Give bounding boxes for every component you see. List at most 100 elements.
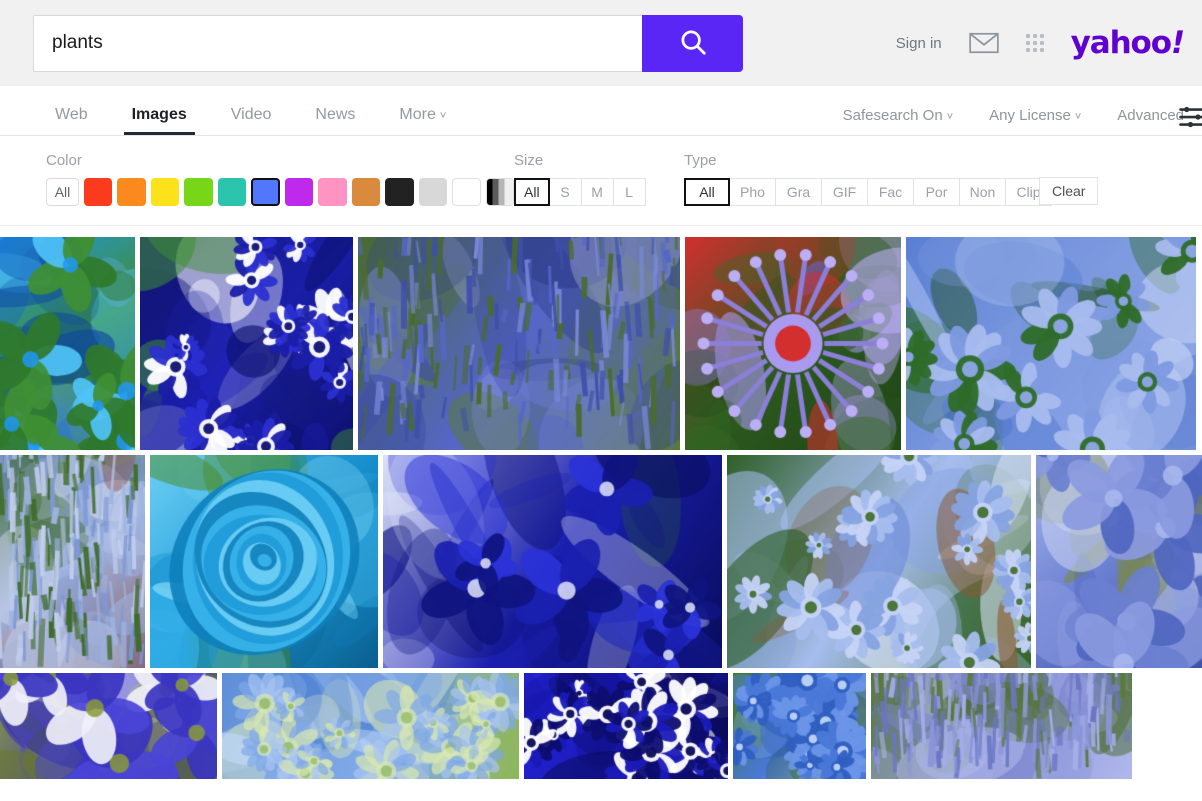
safesearch-label: Safesearch On: [843, 107, 943, 124]
color-swatch-yellow[interactable]: [151, 178, 179, 206]
license-dropdown[interactable]: Any License ˅: [989, 107, 1081, 124]
image-result-blue-white-cineraria-daisies[interactable]: [140, 237, 353, 450]
size-filter-label: Size: [514, 152, 684, 169]
logo-text: yahoo: [1071, 25, 1171, 61]
thumbnail-blue-white-cineraria-daisies: [140, 237, 353, 450]
image-result-lavender-salvia-field[interactable]: [358, 237, 680, 450]
color-swatch-black-and-white[interactable]: [486, 178, 514, 206]
image-result-blue-rose-closeup[interactable]: [150, 455, 378, 668]
color-swatch-black[interactable]: [385, 178, 413, 206]
color-swatch-gray[interactable]: [419, 178, 447, 206]
type-option-pho[interactable]: Pho: [730, 178, 776, 206]
color-swatch-green[interactable]: [184, 178, 212, 206]
thumbnail-blue-rose-closeup: [150, 455, 378, 668]
color-filter-label: Color: [46, 152, 514, 169]
tab-images-label: Images: [132, 106, 187, 123]
type-option-fac[interactable]: Fac: [868, 178, 914, 206]
type-option-list: AllPhoGraGIFFacPorNonClip: [684, 178, 1202, 206]
type-option-gif[interactable]: GIF: [822, 178, 868, 206]
thumbnail-lavender-salvia-field: [358, 237, 680, 450]
image-row: [0, 237, 1202, 450]
image-row: [0, 673, 1202, 779]
sliders-icon[interactable]: [1178, 103, 1202, 135]
image-result-blue-white-morning-glory[interactable]: [0, 673, 217, 779]
color-swatch-purple[interactable]: [285, 178, 313, 206]
color-swatch-orange[interactable]: [117, 178, 145, 206]
tab-video-label: Video: [231, 106, 272, 123]
search-bar: [33, 15, 743, 72]
type-option-gra[interactable]: Gra: [776, 178, 822, 206]
license-label: Any License: [989, 107, 1071, 124]
vertical-nav-bar: Web Images Video News More ˅ Safesearch O…: [0, 86, 1202, 136]
search-vertical-tabs: Web Images Video News More ˅: [33, 107, 468, 135]
thumbnail-blue-evolvulus-flowers: [733, 673, 866, 779]
color-swatch-all[interactable]: All: [46, 178, 79, 206]
size-option-m[interactable]: M: [582, 178, 614, 206]
type-filter-label: Type: [684, 152, 1202, 169]
color-swatch-brown[interactable]: [352, 178, 380, 206]
chevron-down-icon: ˅: [1075, 111, 1081, 123]
tab-video[interactable]: Video: [209, 107, 294, 135]
chevron-down-icon: ˅: [440, 110, 446, 122]
page-header: Sign in yahoo!: [0, 0, 1202, 86]
chevron-down-icon: ˅: [947, 111, 953, 123]
thumbnail-lavender-hyacinth-field: [871, 673, 1132, 779]
type-option-por[interactable]: Por: [914, 178, 960, 206]
thumbnail-blue-white-morning-glory: [0, 673, 217, 779]
image-result-blue-evolvulus-flowers[interactable]: [733, 673, 866, 779]
color-swatch-blue[interactable]: [251, 178, 280, 206]
search-submit-button[interactable]: [642, 15, 743, 72]
tab-more-label: More: [399, 106, 435, 123]
size-option-l[interactable]: L: [614, 178, 646, 206]
image-result-blue-delphinium-spikes[interactable]: [1036, 455, 1202, 668]
image-result-pale-blue-bellflowers-soft-focus[interactable]: [222, 673, 519, 779]
logo-bang: !: [1171, 25, 1184, 61]
tab-news-label: News: [315, 106, 355, 123]
tab-web-label: Web: [55, 106, 88, 123]
safesearch-dropdown[interactable]: Safesearch On ˅: [843, 107, 954, 124]
color-swatch-pink[interactable]: [318, 178, 346, 206]
type-option-all[interactable]: All: [684, 178, 730, 206]
image-result-blue-white-cineraria-dark[interactable]: [524, 673, 728, 779]
size-option-all[interactable]: All: [514, 178, 550, 206]
mail-icon[interactable]: [969, 31, 999, 55]
search-icon: [678, 27, 708, 60]
tab-more[interactable]: More ˅: [377, 107, 468, 135]
header-right-group: Sign in yahoo!: [896, 25, 1184, 61]
thumbnail-blue-groundcover-bed: [0, 455, 145, 668]
color-swatch-teal[interactable]: [218, 178, 246, 206]
tab-news[interactable]: News: [293, 107, 377, 135]
advanced-search-link[interactable]: Advanced: [1117, 107, 1184, 124]
thumbnail-pale-blue-bellflowers-soft-focus: [222, 673, 519, 779]
tab-images[interactable]: Images: [110, 107, 209, 135]
image-result-blue-ceanothus-clusters[interactable]: [906, 237, 1196, 450]
image-row: [0, 455, 1202, 668]
type-option-non[interactable]: Non: [960, 178, 1006, 206]
size-option-s[interactable]: S: [550, 178, 582, 206]
image-results-grid: [0, 226, 1202, 779]
apps-grid-icon[interactable]: [1026, 34, 1044, 52]
size-filter-group: Size AllSML: [514, 152, 684, 225]
image-result-blue-gentian-flower[interactable]: [0, 237, 135, 450]
thumbnail-blue-gentian-flower: [0, 237, 135, 450]
type-filter-group: Type AllPhoGraGIFFacPorNonClip Clear: [684, 152, 1202, 225]
image-result-blue-groundcover-bed[interactable]: [0, 455, 145, 668]
sign-in-link[interactable]: Sign in: [896, 35, 942, 52]
image-result-purple-spoon-petal-osteospermum[interactable]: [685, 237, 901, 450]
image-result-blue-flax-linum-flowers[interactable]: [383, 455, 722, 668]
yahoo-logo[interactable]: yahoo!: [1071, 25, 1184, 61]
thumbnail-blue-delphinium-spikes: [1036, 455, 1202, 668]
image-result-lavender-hyacinth-field[interactable]: [871, 673, 1132, 779]
search-input[interactable]: [33, 15, 642, 72]
color-filter-group: Color All: [46, 152, 514, 225]
nav-options-group: Safesearch On ˅ Any License ˅ Advanced: [843, 107, 1184, 135]
image-result-plumbago-pale-blue-flowers[interactable]: [727, 455, 1031, 668]
clear-filters-button[interactable]: Clear: [1039, 177, 1098, 205]
thumbnail-blue-ceanothus-clusters: [906, 237, 1196, 450]
tab-web[interactable]: Web: [33, 107, 110, 135]
advanced-label: Advanced: [1117, 107, 1184, 124]
color-swatch-white[interactable]: [452, 178, 480, 206]
size-option-list: AllSML: [514, 178, 684, 206]
color-swatch-red[interactable]: [84, 178, 112, 206]
thumbnail-plumbago-pale-blue-flowers: [727, 455, 1031, 668]
